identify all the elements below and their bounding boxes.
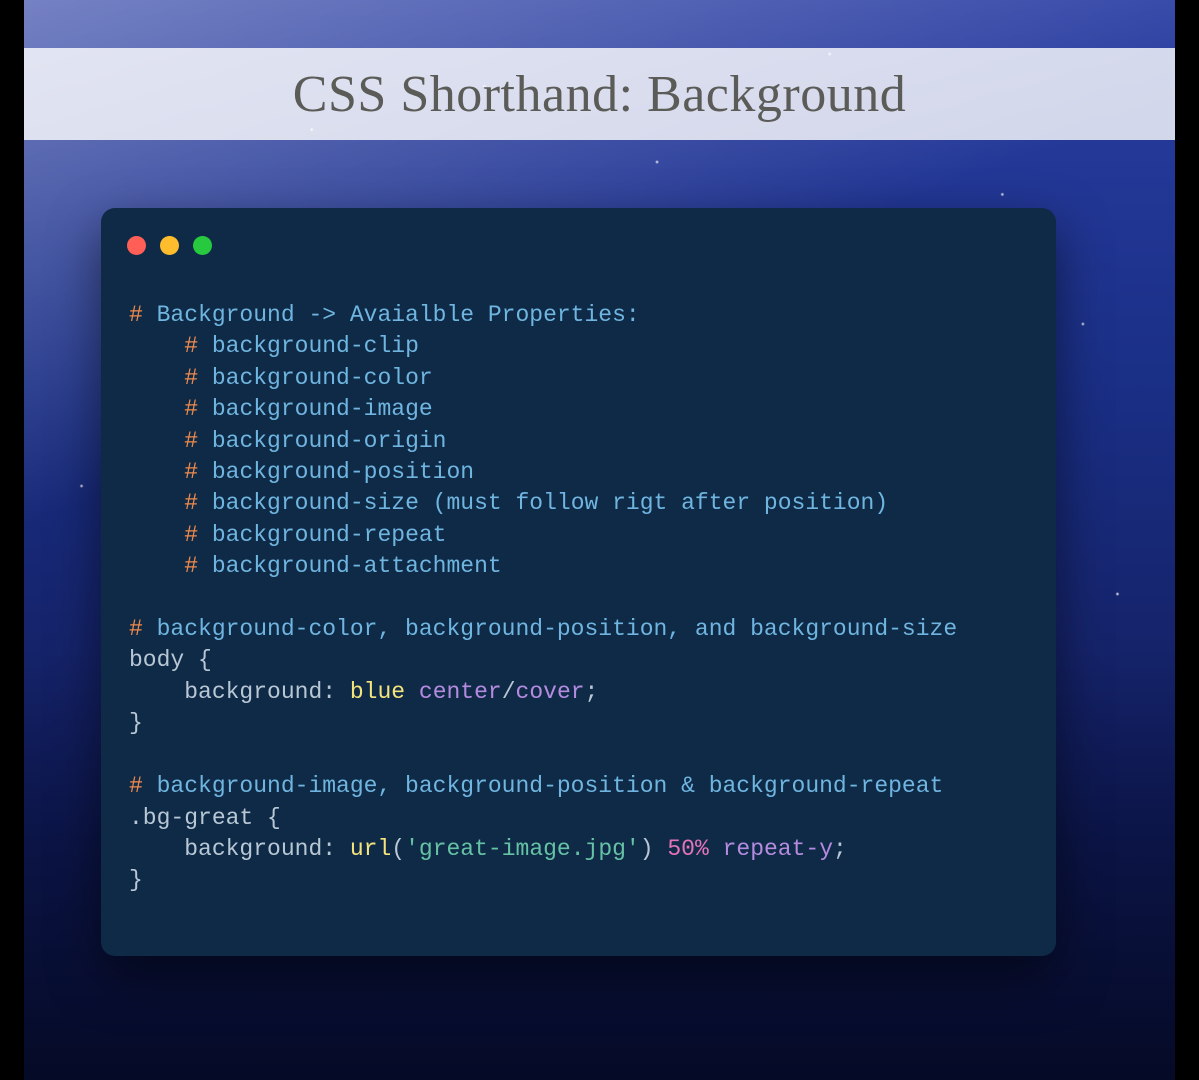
comment-text: Background -> Avaialble Properties: bbox=[143, 302, 640, 328]
window-traffic-lights bbox=[127, 236, 212, 255]
hash-icon: # bbox=[184, 522, 198, 548]
indent bbox=[129, 428, 184, 454]
comment-text: background-image, background-position & … bbox=[143, 773, 944, 799]
indent bbox=[129, 365, 184, 391]
hash-icon: # bbox=[184, 365, 198, 391]
indent bbox=[129, 553, 184, 579]
hash-icon: # bbox=[129, 773, 143, 799]
paren-open: ( bbox=[391, 836, 405, 862]
hash-icon: # bbox=[184, 490, 198, 516]
hash-icon: # bbox=[184, 333, 198, 359]
code-block: # Background -> Avaialble Properties: # … bbox=[129, 300, 1028, 897]
close-icon[interactable] bbox=[127, 236, 146, 255]
value-percent: 50% bbox=[667, 836, 708, 862]
indent bbox=[129, 396, 184, 422]
prop-item: background-origin bbox=[198, 428, 446, 454]
prop-item: background-position bbox=[198, 459, 474, 485]
hash-icon: # bbox=[129, 616, 143, 642]
string-literal: 'great-image.jpg' bbox=[405, 836, 640, 862]
property-name: background: bbox=[184, 836, 350, 862]
selector: body { bbox=[129, 647, 212, 673]
slash: / bbox=[502, 679, 516, 705]
property-name: background: bbox=[184, 679, 350, 705]
slide-title: CSS Shorthand: Background bbox=[293, 65, 906, 124]
prop-item: background-size (must follow rigt after … bbox=[198, 490, 888, 516]
code-window: # Background -> Avaialble Properties: # … bbox=[101, 208, 1056, 956]
hash-icon: # bbox=[129, 302, 143, 328]
indent bbox=[129, 679, 184, 705]
value-repeat: repeat-y bbox=[723, 836, 833, 862]
brace-close: } bbox=[129, 710, 143, 736]
semicolon: ; bbox=[585, 679, 599, 705]
space bbox=[654, 836, 668, 862]
indent bbox=[129, 333, 184, 359]
prop-item: background-attachment bbox=[198, 553, 502, 579]
value-blue: blue bbox=[350, 679, 405, 705]
url-func: url bbox=[350, 836, 391, 862]
minimize-icon[interactable] bbox=[160, 236, 179, 255]
indent bbox=[129, 522, 184, 548]
value-center: center bbox=[419, 679, 502, 705]
prop-item: background-color bbox=[198, 365, 433, 391]
space bbox=[709, 836, 723, 862]
hash-icon: # bbox=[184, 553, 198, 579]
space bbox=[405, 679, 419, 705]
prop-item: background-image bbox=[198, 396, 433, 422]
hash-icon: # bbox=[184, 459, 198, 485]
maximize-icon[interactable] bbox=[193, 236, 212, 255]
slide-stage: CSS Shorthand: Background # Background -… bbox=[24, 0, 1175, 1080]
indent bbox=[129, 836, 184, 862]
comment-text: background-color, background-position, a… bbox=[143, 616, 957, 642]
indent bbox=[129, 490, 184, 516]
paren-close: ) bbox=[640, 836, 654, 862]
brace-close: } bbox=[129, 867, 143, 893]
prop-item: background-clip bbox=[198, 333, 419, 359]
semicolon: ; bbox=[833, 836, 847, 862]
selector: .bg-great { bbox=[129, 805, 281, 831]
hash-icon: # bbox=[184, 396, 198, 422]
hash-icon: # bbox=[184, 428, 198, 454]
title-bar: CSS Shorthand: Background bbox=[24, 48, 1175, 140]
value-cover: cover bbox=[516, 679, 585, 705]
indent bbox=[129, 459, 184, 485]
prop-item: background-repeat bbox=[198, 522, 446, 548]
